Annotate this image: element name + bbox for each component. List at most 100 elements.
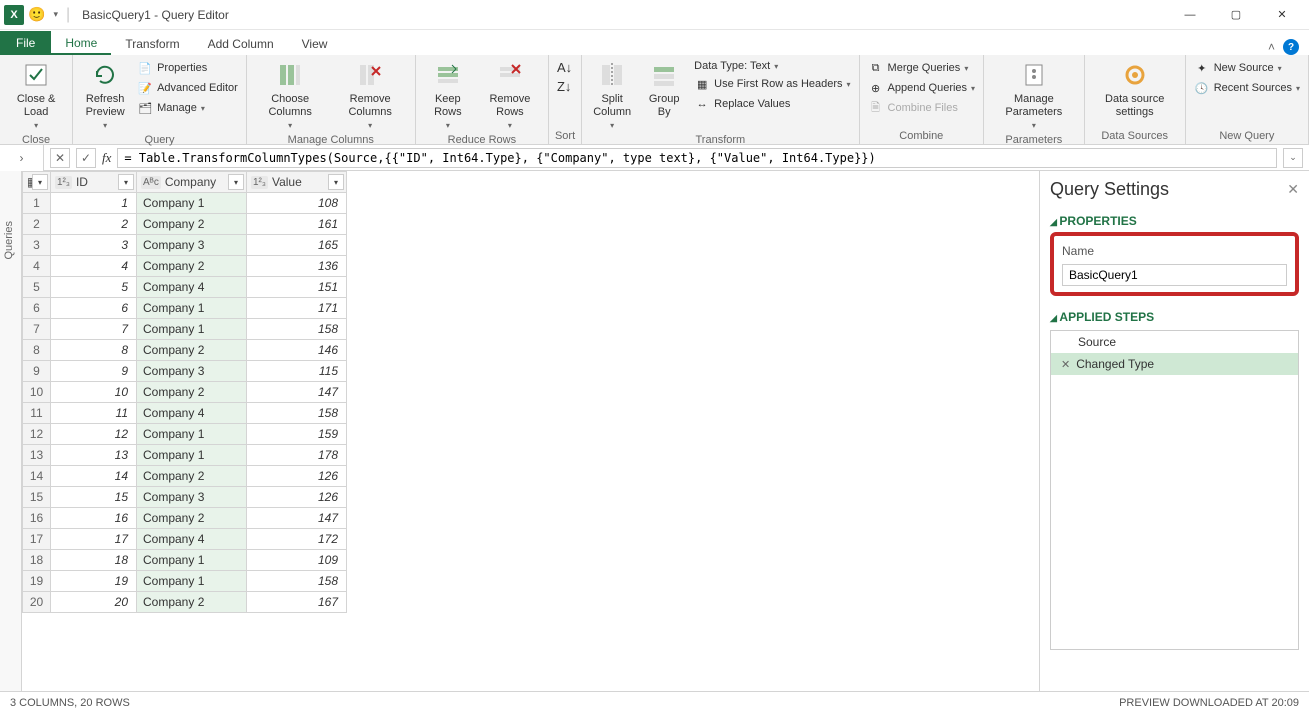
fx-icon[interactable]: fx xyxy=(102,150,111,166)
help-icon[interactable]: ? xyxy=(1283,39,1299,55)
cell-company[interactable]: Company 2 xyxy=(137,508,247,529)
remove-rows-button[interactable]: Remove Rows xyxy=(478,57,542,132)
refresh-preview-button[interactable]: Refresh Preview xyxy=(79,57,131,132)
cell-value[interactable]: 115 xyxy=(247,361,347,382)
cell-id[interactable]: 8 xyxy=(51,340,137,361)
table-row[interactable]: 11Company 1108 xyxy=(23,193,347,214)
cell-company[interactable]: Company 1 xyxy=(137,445,247,466)
cell-company[interactable]: Company 4 xyxy=(137,403,247,424)
cell-company[interactable]: Company 2 xyxy=(137,382,247,403)
cell-id[interactable]: 11 xyxy=(51,403,137,424)
expand-nav-icon[interactable]: › xyxy=(20,151,24,165)
cell-value[interactable]: 167 xyxy=(247,592,347,613)
tab-transform[interactable]: Transform xyxy=(111,33,193,55)
table-row[interactable]: 22Company 2161 xyxy=(23,214,347,235)
collapse-ribbon-icon[interactable]: ˄ xyxy=(1268,40,1275,54)
column-header-company[interactable]: AᴮcCompany▾ xyxy=(137,172,247,193)
commit-formula-button[interactable]: ✓ xyxy=(76,148,96,168)
split-column-button[interactable]: Split Column xyxy=(588,57,636,132)
query-name-input[interactable] xyxy=(1062,264,1287,286)
column-header-id[interactable]: 1²₃ID▾ xyxy=(51,172,137,193)
cell-id[interactable]: 6 xyxy=(51,298,137,319)
delete-step-icon[interactable]: ✕ xyxy=(1061,358,1070,371)
cancel-formula-button[interactable]: ✕ xyxy=(50,148,70,168)
table-row[interactable]: 66Company 1171 xyxy=(23,298,347,319)
sort-asc-button[interactable]: A↓ xyxy=(555,59,574,76)
cell-value[interactable]: 126 xyxy=(247,487,347,508)
cell-id[interactable]: 17 xyxy=(51,529,137,550)
cell-value[interactable]: 126 xyxy=(247,466,347,487)
table-row[interactable]: 1111Company 4158 xyxy=(23,403,347,424)
cell-id[interactable]: 5 xyxy=(51,277,137,298)
smile-icon[interactable]: 🙂 xyxy=(28,6,45,23)
cell-company[interactable]: Company 3 xyxy=(137,235,247,256)
cell-company[interactable]: Company 2 xyxy=(137,256,247,277)
cell-company[interactable]: Company 1 xyxy=(137,319,247,340)
cell-value[interactable]: 159 xyxy=(247,424,347,445)
queries-pane[interactable]: Queries xyxy=(0,171,22,712)
close-window-button[interactable]: ✕ xyxy=(1259,0,1305,30)
advanced-editor-button[interactable]: 📝Advanced Editor xyxy=(135,79,240,97)
close-settings-button[interactable]: ✕ xyxy=(1287,181,1299,198)
cell-value[interactable]: 165 xyxy=(247,235,347,256)
table-row[interactable]: 55Company 4151 xyxy=(23,277,347,298)
formula-dropdown[interactable]: ⌄ xyxy=(1283,148,1303,168)
cell-value[interactable]: 146 xyxy=(247,340,347,361)
cell-id[interactable]: 15 xyxy=(51,487,137,508)
cell-value[interactable]: 172 xyxy=(247,529,347,550)
applied-steps-header[interactable]: APPLIED STEPS xyxy=(1050,310,1299,324)
replace-values-button[interactable]: ↔Replace Values xyxy=(692,95,852,113)
cell-value[interactable]: 136 xyxy=(247,256,347,277)
table-row[interactable]: 1616Company 2147 xyxy=(23,508,347,529)
cell-id[interactable]: 16 xyxy=(51,508,137,529)
table-row[interactable]: 1717Company 4172 xyxy=(23,529,347,550)
cell-id[interactable]: 1 xyxy=(51,193,137,214)
index-filter[interactable]: ▾ xyxy=(32,174,48,190)
cell-company[interactable]: Company 1 xyxy=(137,193,247,214)
cell-company[interactable]: Company 2 xyxy=(137,592,247,613)
cell-company[interactable]: Company 3 xyxy=(137,361,247,382)
data-table[interactable]: ▦▾1²₃ID▾AᴮcCompany▾1²₃Value▾ 11Company 1… xyxy=(22,171,1039,712)
table-row[interactable]: 1212Company 1159 xyxy=(23,424,347,445)
tab-home[interactable]: Home xyxy=(51,32,111,55)
keep-rows-button[interactable]: Keep Rows xyxy=(422,57,474,132)
tab-view[interactable]: View xyxy=(288,33,342,55)
cell-value[interactable]: 151 xyxy=(247,277,347,298)
cell-company[interactable]: Company 1 xyxy=(137,571,247,592)
new-source-button[interactable]: ✦New Source xyxy=(1192,59,1302,77)
cell-company[interactable]: Company 2 xyxy=(137,214,247,235)
cell-id[interactable]: 14 xyxy=(51,466,137,487)
cell-company[interactable]: Company 1 xyxy=(137,550,247,571)
data-source-settings-button[interactable]: Data source settings xyxy=(1091,57,1179,121)
data-type-button[interactable]: Data Type: Text xyxy=(692,59,852,73)
manage-button[interactable]: 🗂Manage xyxy=(135,99,240,117)
column-header-value[interactable]: 1²₃Value▾ xyxy=(247,172,347,193)
cell-id[interactable]: 9 xyxy=(51,361,137,382)
table-row[interactable]: 1010Company 2147 xyxy=(23,382,347,403)
cell-id[interactable]: 2 xyxy=(51,214,137,235)
tab-file[interactable]: File xyxy=(0,31,51,55)
table-row[interactable]: 33Company 3165 xyxy=(23,235,347,256)
cell-id[interactable]: 12 xyxy=(51,424,137,445)
cell-company[interactable]: Company 1 xyxy=(137,298,247,319)
cell-id[interactable]: 4 xyxy=(51,256,137,277)
cell-value[interactable]: 161 xyxy=(247,214,347,235)
maximize-button[interactable]: ▢ xyxy=(1213,0,1259,30)
cell-value[interactable]: 158 xyxy=(247,319,347,340)
table-row[interactable]: 1818Company 1109 xyxy=(23,550,347,571)
cell-value[interactable]: 109 xyxy=(247,550,347,571)
cell-value[interactable]: 171 xyxy=(247,298,347,319)
cell-company[interactable]: Company 2 xyxy=(137,466,247,487)
properties-header[interactable]: PROPERTIES xyxy=(1050,214,1299,228)
append-queries-button[interactable]: ⊕Append Queries xyxy=(866,79,978,97)
cell-company[interactable]: Company 4 xyxy=(137,529,247,550)
merge-queries-button[interactable]: ⧉Merge Queries xyxy=(866,59,978,77)
minimize-button[interactable]: — xyxy=(1167,0,1213,30)
sort-desc-button[interactable]: Z↓ xyxy=(555,78,574,95)
properties-button[interactable]: 📄Properties xyxy=(135,59,240,77)
cell-value[interactable]: 158 xyxy=(247,403,347,424)
first-row-headers-button[interactable]: ▦Use First Row as Headers xyxy=(692,75,852,93)
cell-value[interactable]: 158 xyxy=(247,571,347,592)
group-by-button[interactable]: Group By xyxy=(640,57,688,121)
cell-value[interactable]: 147 xyxy=(247,382,347,403)
